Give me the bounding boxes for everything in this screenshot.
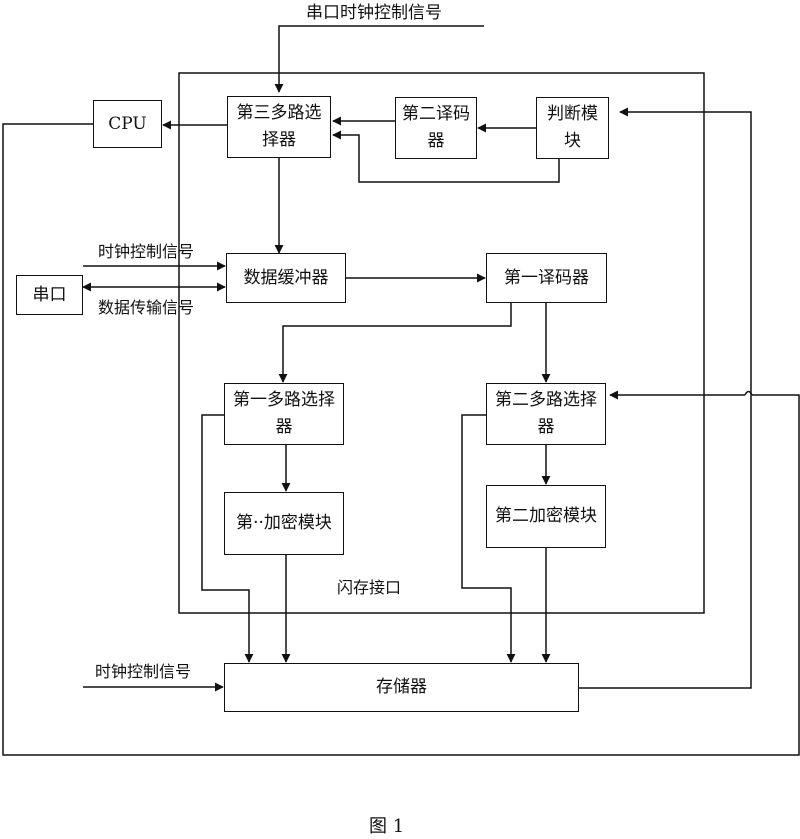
mux3-block: 第三多路选择器 [227, 96, 331, 158]
encrypt1-block: 第··加密模块 [224, 492, 344, 555]
decoder1-to-mux1 [278, 303, 512, 383]
decoder1-block: 第一译码器 [486, 253, 607, 303]
data-transfer-signal-label: 数据传输信号 [98, 298, 195, 317]
serial-clock-signal-label: 串口时钟控制信号 [306, 3, 442, 23]
judge-block: 判断模块 [536, 97, 609, 159]
cpu-block: CPU [93, 100, 162, 148]
flash-interface-label: 闪存接口 [337, 578, 402, 597]
clock-signal-label-top: 时钟控制信号 [98, 242, 195, 261]
decoder2-block: 第二译码器 [395, 97, 477, 159]
serial-clock-line [274, 25, 484, 93]
mux2-block: 第二多路选择器 [486, 383, 606, 445]
encrypt2-block: 第二加密模块 [486, 485, 606, 548]
clock-signal-label-bottom: 时钟控制信号 [95, 662, 192, 681]
data-buffer-block: 数据缓冲器 [226, 253, 346, 303]
memory-block: 存储器 [224, 663, 579, 712]
serial-port-block: 串口 [16, 275, 83, 315]
figure-caption: 图 1 [369, 816, 405, 837]
mux1-block: 第一多路选择器 [224, 383, 344, 445]
